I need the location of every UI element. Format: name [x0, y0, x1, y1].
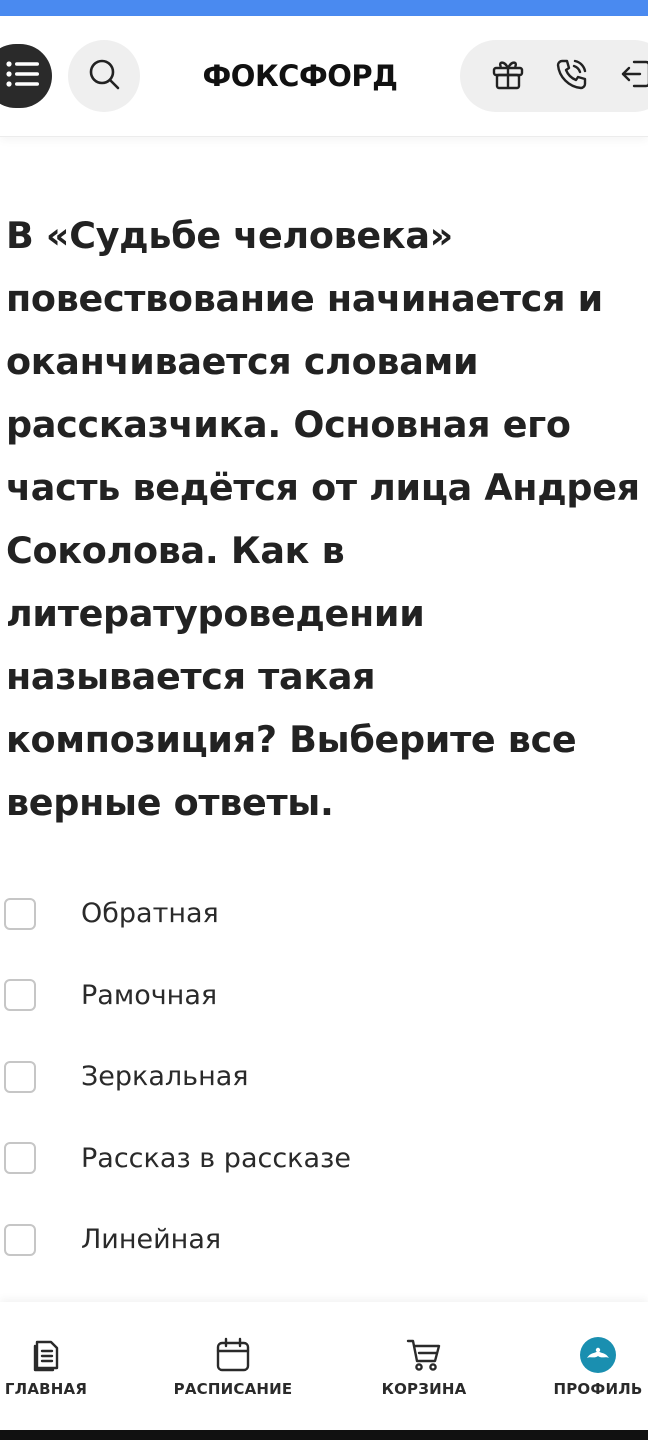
answer-options: Обратная Рамочная Зеркальная Рассказ в р… — [0, 873, 648, 1281]
option-label[interactable]: Рамочная — [81, 980, 217, 1011]
nav-label: КОРЗИНА — [381, 1380, 467, 1398]
foxford-logo[interactable]: ФОКСФОРД — [180, 54, 420, 98]
bottom-navigation: ГЛАВНАЯ РАСПИСАНИЕ КОРЗИНА ПРОФИЛЬ — [0, 1302, 648, 1430]
nav-item-cart[interactable]: КОРЗИНА — [375, 1302, 473, 1430]
nav-item-profile[interactable]: ПРОФИЛЬ — [550, 1302, 646, 1430]
checkbox[interactable] — [4, 1142, 36, 1175]
avatar-icon — [579, 1336, 617, 1374]
system-navigation-bar — [0, 1430, 648, 1440]
question-text: В «Судьбе человека» повествование начина… — [6, 214, 640, 824]
nav-item-schedule[interactable]: РАСПИСАНИЕ — [168, 1302, 298, 1430]
login-icon — [618, 56, 648, 96]
option-label[interactable]: Зеркальная — [81, 1061, 249, 1092]
answer-option[interactable]: Линейная — [0, 1199, 648, 1281]
gift-icon — [490, 56, 526, 96]
cart-icon — [405, 1336, 443, 1374]
nav-label: ПРОФИЛЬ — [553, 1380, 643, 1398]
checkbox[interactable] — [4, 979, 36, 1012]
search-icon — [86, 56, 122, 96]
option-label[interactable]: Обратная — [81, 898, 219, 929]
nav-label: ГЛАВНАЯ — [4, 1380, 88, 1398]
menu-button[interactable] — [0, 44, 52, 108]
answer-option[interactable]: Рамочная — [0, 955, 648, 1037]
search-button[interactable] — [68, 40, 140, 112]
nav-item-home[interactable]: ГЛАВНАЯ — [0, 1302, 92, 1430]
top-accent-strip — [0, 0, 648, 16]
gift-button[interactable] — [476, 40, 540, 112]
list-icon — [5, 60, 41, 92]
checkbox[interactable] — [4, 1060, 36, 1093]
document-icon — [27, 1336, 65, 1374]
answer-option[interactable]: Обратная — [0, 873, 648, 955]
calendar-icon — [214, 1336, 252, 1374]
checkbox[interactable] — [4, 1223, 36, 1256]
option-label[interactable]: Рассказ в рассказе — [81, 1143, 351, 1174]
app-header: ФОКСФОРД — [0, 16, 648, 137]
header-actions — [460, 40, 648, 112]
option-label[interactable]: Линейная — [81, 1224, 221, 1255]
answer-option[interactable]: Зеркальная — [0, 1036, 648, 1118]
checkbox[interactable] — [4, 897, 36, 930]
nav-label: РАСПИСАНИЕ — [173, 1380, 293, 1398]
login-button[interactable] — [604, 40, 648, 112]
phone-button[interactable] — [540, 40, 604, 112]
answer-option[interactable]: Рассказ в рассказе — [0, 1118, 648, 1200]
phone-icon — [554, 56, 590, 96]
